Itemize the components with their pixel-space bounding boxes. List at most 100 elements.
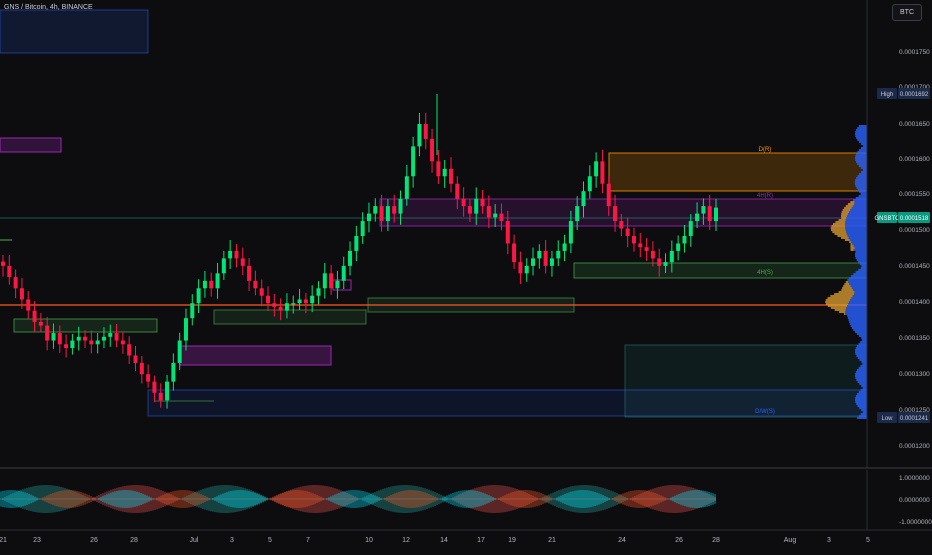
volume-profile-bar: [846, 309, 867, 311]
volume-profile-bar: [846, 219, 867, 221]
volume-profile-bar: [852, 327, 867, 329]
volume-profile-bar: [855, 397, 867, 399]
volume-profile-bar: [849, 301, 867, 303]
volume-profile-bar: [850, 285, 867, 287]
time-axis-label: 26: [90, 537, 98, 544]
candle-body: [518, 262, 522, 273]
candle-body: [525, 266, 529, 273]
volume-profile-bar: [855, 255, 867, 257]
volume-profile-bar: [839, 291, 855, 293]
volume-profile-bar: [859, 359, 867, 361]
candle-body: [1, 262, 5, 266]
volume-profile-bar: [863, 169, 867, 171]
volume-profile-bar: [862, 339, 867, 341]
candle-body: [228, 251, 232, 258]
volume-profile-bar: [849, 237, 867, 239]
volume-profile-bar: [855, 399, 867, 401]
volume-profile-bar: [857, 393, 867, 395]
volume-profile-bar: [850, 243, 852, 245]
candle-body: [474, 199, 478, 214]
purple-zone-mid: [180, 346, 331, 365]
chart-area[interactable]: D(R)4H(R)4H(S)D/W(S)0.00017500.00017000.…: [0, 0, 932, 550]
time-axis-label: 12: [402, 537, 410, 544]
volume-profile-bar: [855, 375, 867, 377]
candle-body: [682, 236, 686, 243]
volume-profile-bar: [856, 177, 867, 179]
symbol-currency-button[interactable]: BTC: [892, 4, 922, 21]
volume-profile-bar: [841, 237, 849, 239]
chart-canvas[interactable]: D(R)4H(R)4H(S)D/W(S)0.00017500.00017000.…: [0, 0, 932, 550]
volume-profile-bar: [850, 209, 867, 211]
volume-profile-bar: [855, 185, 867, 187]
candle-body: [342, 266, 346, 281]
candle-body: [20, 288, 24, 299]
h4-resistance-zone: [380, 199, 867, 226]
volume-profile-bar: [859, 141, 867, 143]
volume-profile-bar: [846, 281, 848, 283]
candle-body: [689, 221, 693, 236]
volume-profile-bar: [846, 231, 867, 233]
time-axis-label: 24: [618, 537, 626, 544]
daily-resistance-zone: [609, 153, 867, 191]
volume-profile-bar: [855, 351, 867, 353]
volume-profile-bar: [844, 207, 851, 209]
volume-profile-bar: [857, 175, 867, 177]
candle-body: [45, 326, 49, 341]
time-axis-label: 5: [268, 537, 272, 544]
volume-profile-bar: [857, 139, 867, 141]
candle-body: [329, 273, 333, 288]
volume-profile-bar: [855, 353, 867, 355]
candle-body: [373, 206, 377, 213]
volume-profile-bar: [861, 147, 867, 149]
candle-body: [449, 169, 453, 184]
candle-body: [581, 191, 585, 206]
volume-profile-bar: [845, 227, 867, 229]
volume-profile-bar: [859, 165, 867, 167]
candle-body: [316, 288, 320, 295]
volume-profile-bar: [855, 331, 867, 333]
volume-profile-bar: [826, 299, 850, 301]
candle-body: [670, 251, 674, 262]
candle-body: [77, 337, 81, 341]
volume-profile-bar: [830, 295, 852, 297]
volume-profile-bar: [841, 217, 846, 219]
purple-zone-box: [0, 138, 61, 152]
volume-profile-bar: [855, 251, 867, 253]
candle-body: [159, 393, 163, 400]
volume-profile-bar: [857, 417, 867, 419]
volume-profile-bar: [859, 415, 867, 417]
time-axis-label: 21: [548, 537, 556, 544]
volume-profile-bar: [849, 283, 867, 285]
volume-profile-bar: [850, 323, 867, 325]
volume-profile-bar: [859, 383, 867, 385]
volume-profile-bar: [853, 205, 867, 207]
volume-profile-bar: [845, 239, 850, 241]
volume-profile-bar: [846, 229, 867, 231]
candle-body: [354, 236, 358, 251]
candle-body: [184, 318, 188, 340]
candle-body: [108, 333, 112, 337]
candle-body: [58, 333, 62, 344]
candle-body: [405, 176, 409, 198]
volume-profile-bar: [849, 321, 867, 323]
candle-body: [70, 341, 74, 348]
volume-profile-bar: [859, 125, 867, 127]
volume-profile-bar: [831, 307, 846, 309]
candle-body: [569, 221, 573, 243]
volume-profile-bar: [834, 233, 846, 235]
volume-profile-bar: [859, 149, 867, 151]
volume-profile-bar: [861, 171, 867, 173]
osc-axis-tick: 0.0000000: [899, 497, 930, 504]
time-axis-label: 7: [306, 537, 310, 544]
osc-axis-tick: -1.0000000: [899, 519, 932, 526]
volume-profile-bar: [851, 275, 867, 277]
time-axis-label: 3: [230, 537, 234, 544]
candle-body: [51, 333, 55, 340]
volume-profile-bar: [863, 387, 867, 389]
candle-body: [7, 266, 11, 277]
candle-body: [657, 258, 661, 265]
volume-profile-bar: [826, 303, 848, 305]
volume-profile-bar: [831, 229, 846, 231]
price-axis-tick: 0.0001300: [899, 371, 930, 378]
volume-profile-bar: [855, 401, 867, 403]
